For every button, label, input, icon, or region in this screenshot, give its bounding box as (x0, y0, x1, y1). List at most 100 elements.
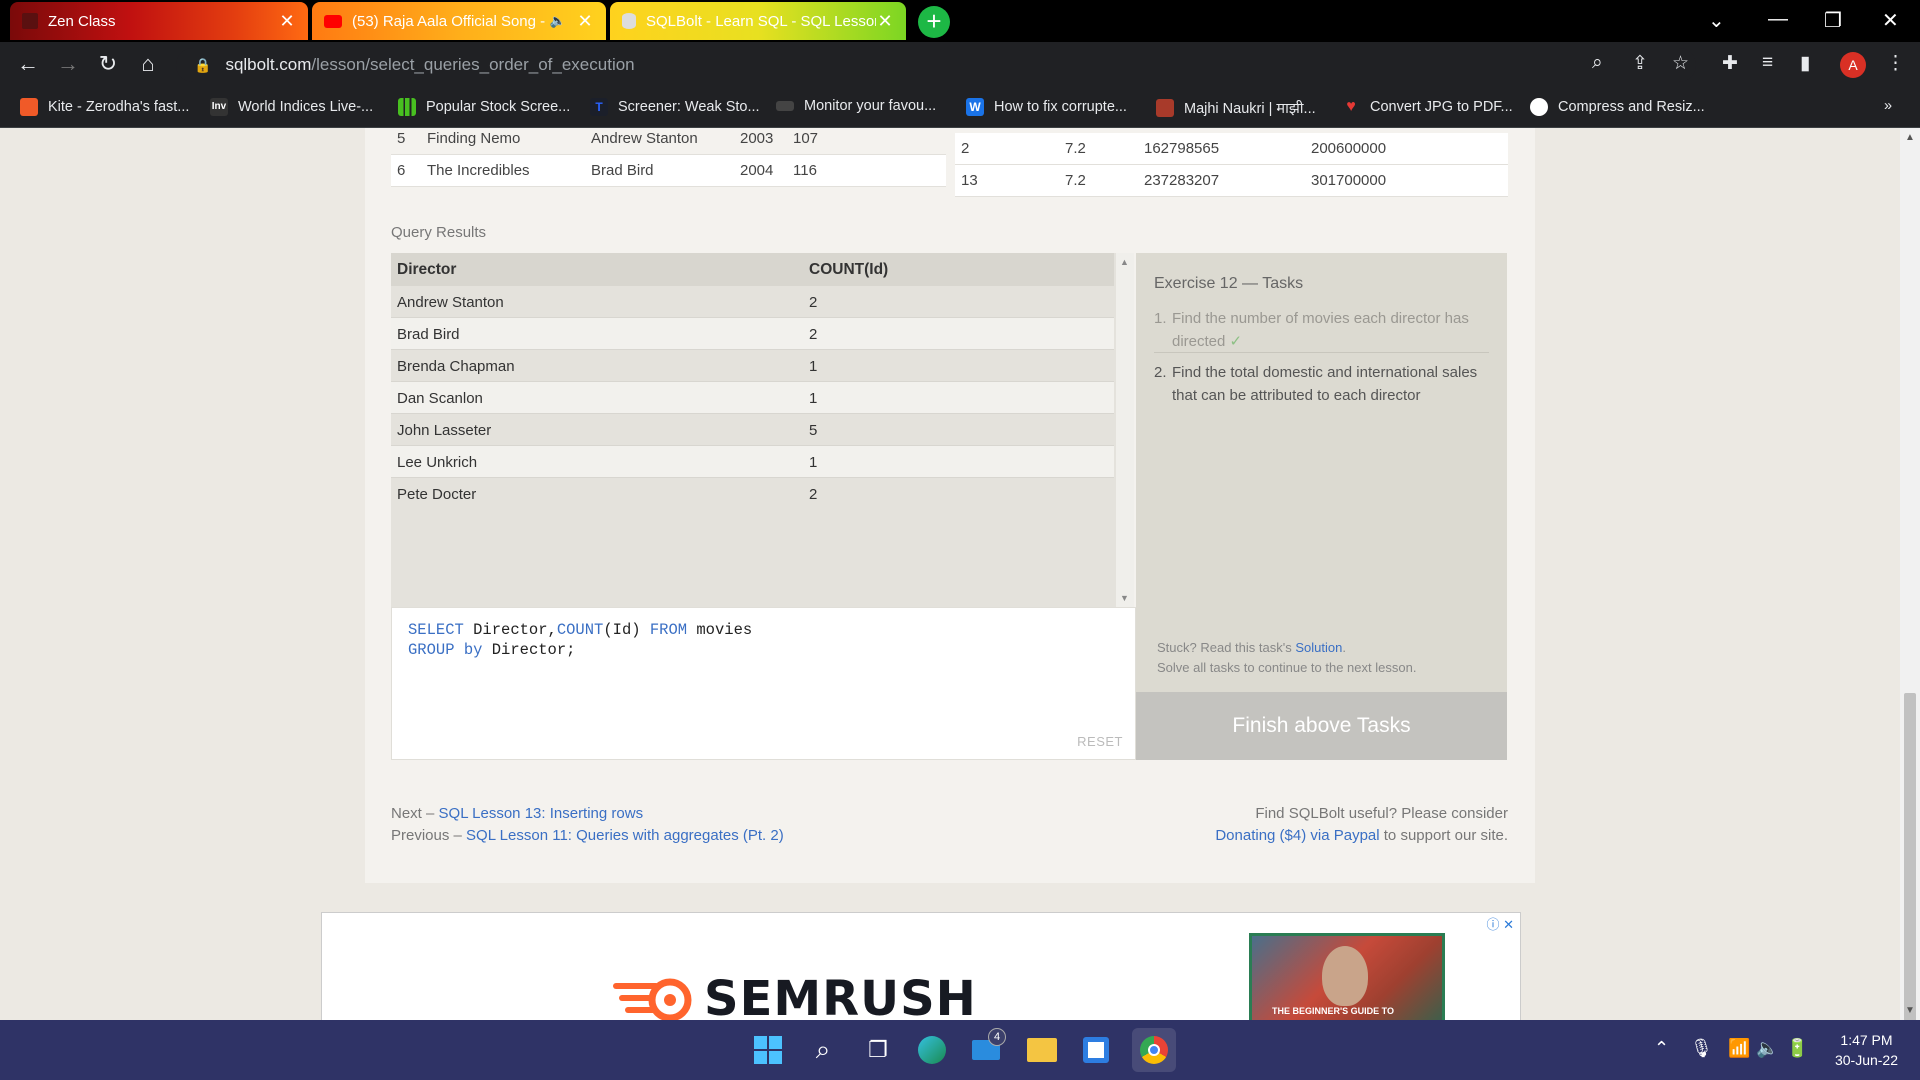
bookmark-kite[interactable]: Kite - Zerodha's fast... (20, 98, 189, 116)
solution-link[interactable]: Solution (1295, 640, 1342, 655)
finish-tasks-button[interactable]: Finish above Tasks (1136, 692, 1507, 760)
sql-editor[interactable]: SELECT Director,COUNT(Id) FROM movies GR… (391, 607, 1136, 760)
tab-sqlbolt[interactable]: SQLBolt - Learn SQL - SQL Lesson ✕ (610, 2, 906, 40)
new-tab-button[interactable]: + (918, 6, 950, 38)
tab-zen-class[interactable]: Zen Class ✕ (10, 2, 308, 40)
naukri-icon (1156, 99, 1174, 117)
cell-id: 5 (397, 130, 406, 147)
home-icon[interactable]: ⌂ (134, 51, 162, 77)
restore-icon[interactable]: ❐ (1824, 8, 1842, 33)
donate-link[interactable]: Donating ($4) via Paypal (1215, 827, 1379, 844)
cell-count: 1 (809, 390, 818, 407)
extensions-icon[interactable]: ✚ (1722, 52, 1738, 75)
solve-all-text: Solve all tasks to continue to the next … (1157, 660, 1417, 675)
close-tab-icon[interactable]: ✕ (278, 11, 296, 32)
battery-icon[interactable]: 🔋 (1786, 1038, 1808, 1059)
cell-director: Lee Unkrich (397, 454, 478, 471)
close-tab-icon[interactable]: ✕ (576, 11, 594, 32)
zoom-icon[interactable]: ⌕ (1592, 52, 1603, 74)
forward-icon[interactable]: → (54, 51, 82, 77)
file-explorer-icon[interactable] (1024, 1032, 1060, 1068)
back-icon[interactable]: ← (14, 51, 42, 77)
more-bookmarks-icon[interactable]: » (1884, 98, 1892, 114)
cell-movie-id: 13 (961, 172, 978, 189)
column-header: COUNT(Id) (809, 261, 889, 278)
semrush-flame-icon (613, 978, 692, 1021)
person-image (1322, 946, 1368, 1006)
results-scrollbar[interactable]: ▲ ▼ (1116, 253, 1134, 607)
tab-search-icon[interactable]: ⌄ (1708, 8, 1725, 33)
side-panel-icon[interactable]: ▮ (1800, 52, 1810, 75)
previous-label: Previous – (391, 827, 467, 844)
advertisement[interactable]: SEMRUSH THE BEGINNER'S GUIDE TO ⓘ ✕ (321, 912, 1521, 1022)
scroll-up-icon[interactable]: ▲ (1905, 132, 1915, 143)
ad-caption: THE BEGINNER'S GUIDE TO (1272, 1006, 1394, 1016)
scroll-up-icon[interactable]: ▲ (1120, 257, 1129, 267)
task-view-icon[interactable]: ❐ (860, 1032, 896, 1068)
speaker-icon[interactable]: 🔈 (550, 13, 566, 29)
reset-button[interactable]: RESET (1077, 734, 1123, 749)
cell-director: Andrew Stanton (591, 130, 698, 147)
lock-icon[interactable]: 🔒 (194, 57, 211, 74)
bookmark-stock-screener[interactable]: Popular Stock Scree... (398, 98, 570, 116)
close-window-icon[interactable]: ✕ (1882, 8, 1899, 33)
tab-title: Zen Class (48, 12, 116, 30)
taskbar: ⌕ ❐ 4 ⌃ 🎙 📶 🔈 🔋 1:47 PM 30-Jun-22 (0, 1020, 1920, 1080)
bookmark-jpg-to-pdf[interactable]: ♥ Convert JPG to PDF... (1342, 98, 1512, 116)
bookmark-majhi-naukri[interactable]: Majhi Naukri | माझी... (1156, 98, 1316, 118)
table-row: Brenda Chapman 1 (391, 350, 1114, 382)
cell-intl-sales: 200600000 (1311, 140, 1387, 157)
minimize-icon[interactable]: — (1768, 8, 1788, 31)
task-text: Find the number of movies each director … (1172, 307, 1492, 353)
movies-table: 5 Finding Nemo Andrew Stanton 2003 107 6… (391, 123, 946, 196)
scroll-down-icon[interactable]: ▼ (1905, 1005, 1915, 1016)
cell-count: 1 (809, 454, 818, 471)
scroll-down-icon[interactable]: ▼ (1120, 593, 1129, 603)
task-number: 1. (1154, 310, 1167, 327)
media-control-icon[interactable]: ≡ (1762, 52, 1773, 74)
previous-lesson-link[interactable]: SQL Lesson 11: Queries with aggregates (… (466, 827, 784, 844)
bookmark-world-indices[interactable]: Inv World Indices Live-... (210, 98, 373, 116)
mail-icon[interactable]: 4 (968, 1028, 1006, 1068)
table-row: 5 Finding Nemo Andrew Stanton 2003 107 (391, 123, 946, 155)
system-clock[interactable]: 1:47 PM 30-Jun-22 (1835, 1030, 1898, 1070)
chrome-icon[interactable] (1132, 1028, 1176, 1072)
search-icon[interactable]: ⌕ (805, 1032, 841, 1068)
cell-title: Finding Nemo (427, 130, 521, 147)
bookmark-fix-corrupted[interactable]: W How to fix corrupte... (966, 98, 1127, 116)
tab-youtube[interactable]: (53) Raja Aala Official Song - 🔈 ✕ (312, 2, 606, 40)
show-hidden-icons-icon[interactable]: ⌃ (1654, 1038, 1669, 1059)
volume-icon[interactable]: 🔈 (1756, 1038, 1778, 1059)
bookmark-compress[interactable]: Compress and Resiz... (1530, 98, 1705, 116)
adchoices-icon[interactable]: ⓘ ✕ (1486, 914, 1514, 933)
useful-text: Find SQLBolt useful? Please consider (1255, 805, 1508, 822)
cell-director: Dan Scanlon (397, 390, 483, 407)
bookmark-monitor[interactable]: Monitor your favou... (776, 98, 936, 114)
profile-avatar[interactable]: A (1840, 52, 1866, 78)
microphone-icon[interactable]: 🎙 (1690, 1038, 1713, 1059)
reload-icon[interactable]: ↻ (94, 51, 122, 77)
edge-icon[interactable] (914, 1032, 950, 1068)
query-results-table: Director COUNT(Id) Andrew Stanton 2 Brad … (391, 253, 1116, 607)
bookmark-screener-weak[interactable]: T Screener: Weak Sto... (590, 98, 760, 116)
menu-icon[interactable]: ⋮ (1886, 52, 1905, 75)
store-icon[interactable] (1078, 1032, 1114, 1068)
scrollbar-thumb[interactable] (1904, 693, 1916, 1035)
bookmark-star-icon[interactable]: ☆ (1672, 52, 1689, 75)
share-icon[interactable]: ⇪ (1632, 52, 1648, 75)
address-bar[interactable]: 🔒 sqlbolt.com /lesson/select_queries_ord… (176, 48, 1696, 82)
clock-time: 1:47 PM (1840, 1032, 1893, 1048)
close-tab-icon[interactable]: ✕ (876, 11, 894, 32)
bookmark-label: Screener: Weak Sto... (618, 99, 760, 115)
ad-book-image[interactable]: THE BEGINNER'S GUIDE TO (1249, 933, 1445, 1021)
page-scrollbar[interactable]: ▲ ▼ (1900, 128, 1920, 1035)
start-icon[interactable] (750, 1032, 786, 1068)
task-number: 2. (1154, 364, 1167, 381)
next-lesson-link[interactable]: SQL Lesson 13: Inserting rows (439, 805, 644, 822)
task-text: Find the total domestic and internationa… (1172, 364, 1478, 404)
sql-code[interactable]: SELECT Director,COUNT(Id) FROM movies GR… (408, 620, 752, 660)
stuck-text: Stuck? Read this task's (1157, 640, 1296, 655)
sql-text: Director; (482, 641, 576, 659)
semrush-logo[interactable]: SEMRUSH (612, 971, 977, 1021)
wifi-icon[interactable]: 📶 (1728, 1038, 1750, 1059)
